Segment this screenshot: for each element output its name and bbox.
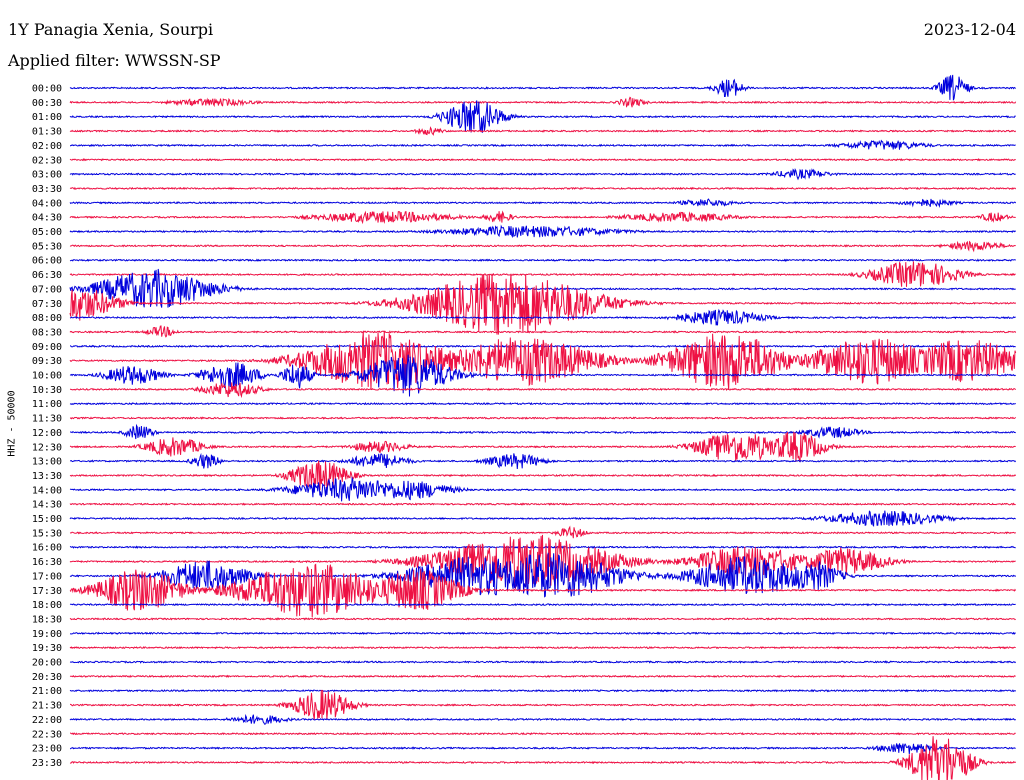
trace-line xyxy=(70,689,1016,720)
trace-line xyxy=(69,476,1016,502)
trace-line xyxy=(69,325,1017,338)
time-tick-label: 14:30 xyxy=(32,500,62,511)
time-tick-label: 20:00 xyxy=(32,658,62,669)
trace-line xyxy=(69,674,1016,679)
time-tick-label: 02:00 xyxy=(32,141,62,152)
trace-line xyxy=(69,330,1017,391)
time-tick-label: 00:30 xyxy=(32,98,62,109)
trace-line xyxy=(69,126,1017,136)
trace-line xyxy=(69,100,1016,133)
time-tick-label: 11:00 xyxy=(32,399,62,410)
trace-line xyxy=(69,713,1016,725)
time-tick-label: 12:30 xyxy=(32,442,62,453)
time-tick-label: 16:30 xyxy=(32,557,62,568)
trace-line xyxy=(69,617,1016,621)
time-tick-label: 05:00 xyxy=(32,227,62,238)
time-tick-label: 23:30 xyxy=(32,758,62,769)
time-tick-label: 18:30 xyxy=(32,614,62,625)
time-tick-label: 03:00 xyxy=(32,170,62,181)
trace-line xyxy=(69,168,1016,181)
time-tick-label: 03:30 xyxy=(32,184,62,195)
trace-line xyxy=(70,732,1016,736)
time-tick-label: 15:30 xyxy=(32,528,62,539)
time-tick-label: 21:00 xyxy=(32,686,62,697)
trace-line xyxy=(69,258,1016,262)
trace-line xyxy=(69,736,1017,780)
time-tick-label: 16:00 xyxy=(32,543,62,554)
time-tick-label: 21:30 xyxy=(32,701,62,712)
time-tick-label: 08:00 xyxy=(32,313,62,324)
time-tick-label: 02:30 xyxy=(32,155,62,166)
trace-line xyxy=(69,452,1017,470)
time-tick-label: 20:30 xyxy=(32,672,62,683)
time-tick-label: 13:30 xyxy=(32,471,62,482)
time-tick-label: 10:00 xyxy=(32,371,62,382)
trace-line xyxy=(69,158,1016,162)
trace-line xyxy=(69,631,1016,636)
time-tick-label: 17:00 xyxy=(32,571,62,582)
trace-line xyxy=(69,502,1016,506)
trace-line xyxy=(69,198,1017,209)
trace-line xyxy=(69,743,1016,754)
time-tick-label: 13:00 xyxy=(32,457,62,468)
time-tick-label: 17:30 xyxy=(32,586,62,597)
trace-line xyxy=(70,139,1016,150)
time-tick-label: 11:30 xyxy=(32,414,62,425)
time-tick-label: 07:30 xyxy=(32,299,62,310)
helicorder-plot: 00:00 00:30 01:00 01:30 02:00 02:30 03:00 03:30… xyxy=(32,74,1017,780)
time-tick-label: 04:00 xyxy=(32,198,62,209)
trace-line xyxy=(69,510,1016,527)
trace-line xyxy=(69,186,1017,191)
trace-line xyxy=(69,460,1017,491)
time-tick-label: 18:00 xyxy=(32,600,62,611)
trace-line xyxy=(69,689,1017,693)
trace-line xyxy=(70,423,1016,440)
trace-line xyxy=(69,660,1017,664)
time-tick-label: 14:00 xyxy=(32,485,62,496)
time-tick-label: 10:30 xyxy=(32,385,62,396)
trace-line xyxy=(69,645,1016,650)
time-tick-label: 12:00 xyxy=(32,428,62,439)
time-tick-label: 15:00 xyxy=(32,514,62,525)
time-tick-label: 06:00 xyxy=(32,256,62,267)
trace-line xyxy=(69,308,1016,326)
time-tick-label: 08:30 xyxy=(32,327,62,338)
time-tick-label: 22:30 xyxy=(32,729,62,740)
time-tick-label: 01:30 xyxy=(32,127,62,138)
time-tick-label: 07:00 xyxy=(32,284,62,295)
time-tick-label: 09:00 xyxy=(32,342,62,353)
trace-line xyxy=(69,210,1016,225)
time-tick-label: 22:00 xyxy=(32,715,62,726)
time-tick-label: 23:00 xyxy=(32,744,62,755)
trace-line xyxy=(69,602,1016,607)
time-tick-label: 06:30 xyxy=(32,270,62,281)
time-tick-label: 04:30 xyxy=(32,213,62,224)
trace-line xyxy=(69,382,1017,399)
trace-line xyxy=(69,74,1017,101)
trace-line xyxy=(69,401,1016,406)
time-tick-label: 19:30 xyxy=(32,643,62,654)
time-tick-label: 01:00 xyxy=(32,112,62,123)
time-tick-label: 00:00 xyxy=(32,84,62,95)
time-tick-label: 19:00 xyxy=(32,629,62,640)
trace-line xyxy=(69,416,1017,420)
trace-line xyxy=(69,224,1017,239)
trace-line xyxy=(69,240,1016,253)
time-tick-label: 09:30 xyxy=(32,356,62,367)
trace-line xyxy=(69,273,1017,335)
time-tick-label: 05:30 xyxy=(32,241,62,252)
trace-line xyxy=(69,96,1017,108)
